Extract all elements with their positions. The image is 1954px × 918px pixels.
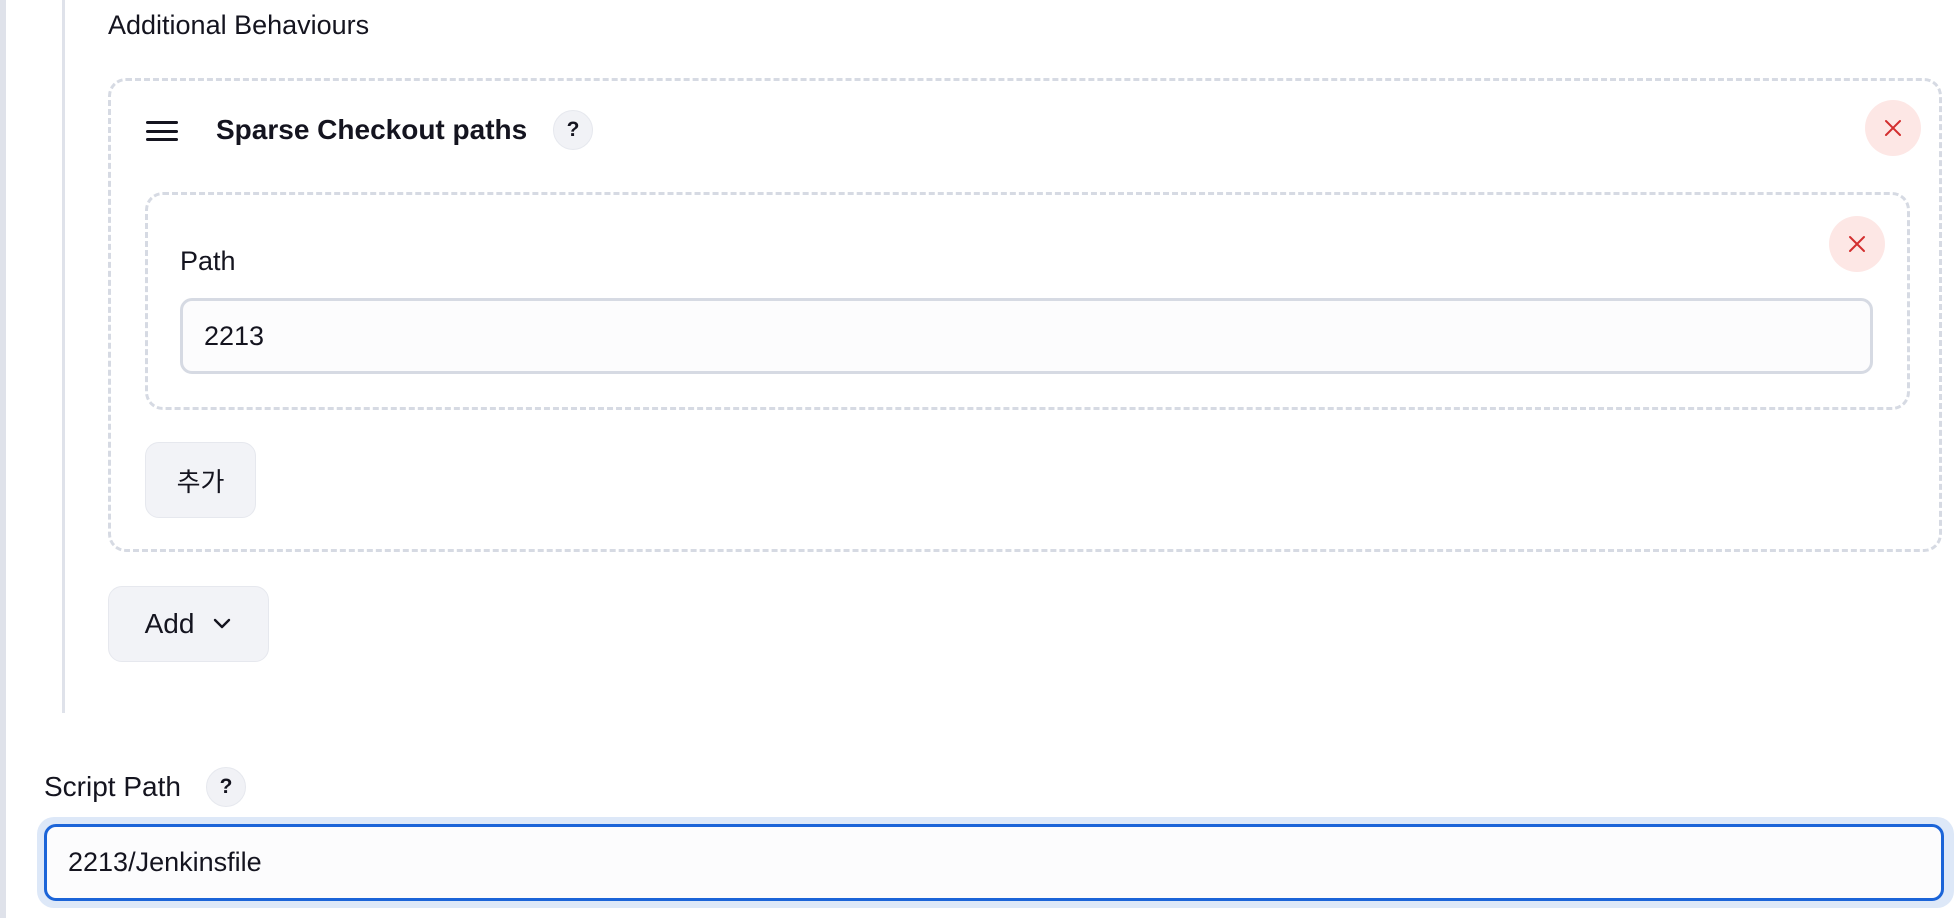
path-label: Path [180,246,236,276]
section-indent-rule [62,0,65,713]
sparse-checkout-help-button[interactable]: ? [553,110,593,150]
additional-behaviours-heading: Additional Behaviours [108,10,370,40]
menu-lines-icon[interactable] [146,121,178,141]
chevron-down-icon [214,618,231,629]
remove-path-button[interactable] [1829,216,1885,272]
path-input[interactable] [180,298,1873,374]
script-path-input[interactable] [44,824,1944,901]
sparse-checkout-title: Sparse Checkout paths [216,114,528,145]
script-path-help-button[interactable]: ? [206,767,246,807]
add-path-button[interactable]: 추가 [145,442,256,518]
close-x-icon [1885,120,1901,136]
script-path-label: Script Path [44,771,181,802]
close-x-icon [1849,236,1865,252]
page-left-rule [0,0,6,918]
add-behaviour-label: Add [144,608,195,639]
add-behaviour-dropdown-button[interactable]: Add [108,586,269,662]
remove-sparse-checkout-button[interactable] [1865,100,1921,156]
